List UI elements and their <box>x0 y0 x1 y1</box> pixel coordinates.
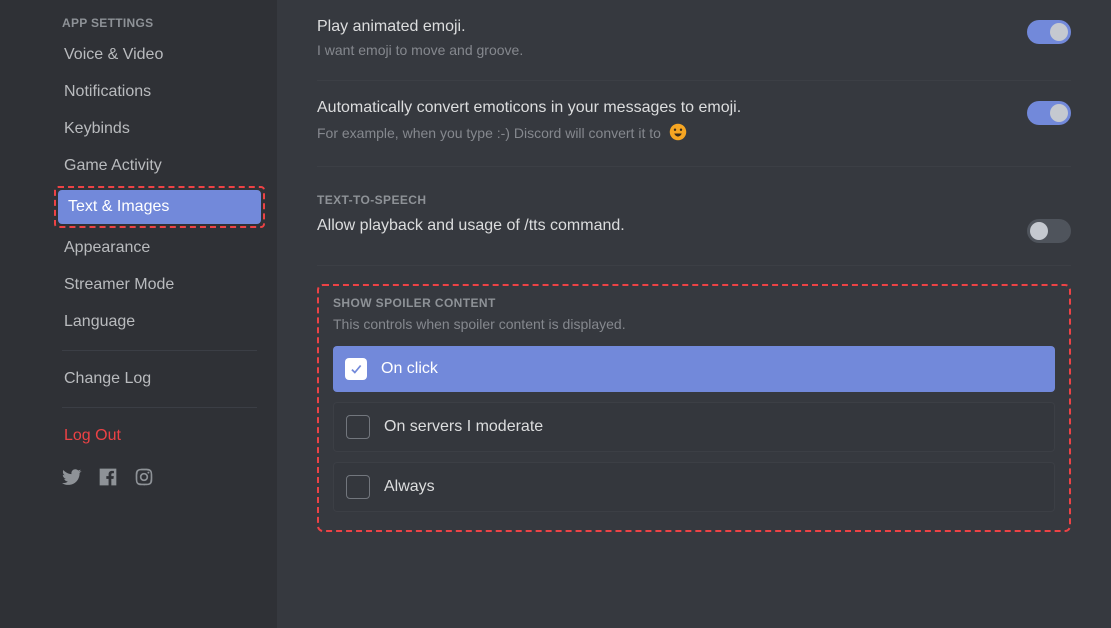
twitter-icon[interactable] <box>62 467 82 487</box>
option-label: On click <box>381 360 438 378</box>
sidebar-item-appearance[interactable]: Appearance <box>54 230 265 266</box>
setting-desc-text: For example, when you type :-) Discord w… <box>317 125 661 141</box>
checkbox-unchecked-icon <box>346 415 370 439</box>
setting-label: Play animated emoji. <box>317 18 1007 36</box>
setting-animated-emoji: Play animated emoji. I want emoji to mov… <box>317 0 1071 58</box>
option-label: Always <box>384 478 435 496</box>
sidebar-section-header: App Settings <box>54 10 265 36</box>
sidebar-divider <box>62 350 257 351</box>
facebook-icon[interactable] <box>98 467 118 487</box>
setting-tts: Allow playback and usage of /tts command… <box>317 213 1071 243</box>
toggle-animated-emoji[interactable] <box>1027 20 1071 44</box>
spoiler-option-moderate[interactable]: On servers I moderate <box>333 402 1055 452</box>
social-links-row <box>54 455 265 499</box>
spoiler-header: Show Spoiler Content <box>333 296 1055 310</box>
sidebar-item-keybinds[interactable]: Keybinds <box>54 111 265 147</box>
sidebar-item-language[interactable]: Language <box>54 304 265 340</box>
tts-header: Text-to-Speech <box>317 193 1071 207</box>
sidebar-item-text-images[interactable]: Text & Images <box>54 186 265 228</box>
divider <box>317 265 1071 266</box>
spoiler-option-on-click[interactable]: On click <box>333 346 1055 392</box>
sidebar-item-voice-video[interactable]: Voice & Video <box>54 37 265 73</box>
sidebar-item-streamer-mode[interactable]: Streamer Mode <box>54 267 265 303</box>
spoiler-option-always[interactable]: Always <box>333 462 1055 512</box>
toggle-tts[interactable] <box>1027 219 1071 243</box>
sidebar-divider <box>62 407 257 408</box>
toggle-convert-emoticons[interactable] <box>1027 101 1071 125</box>
settings-content: Play animated emoji. I want emoji to mov… <box>277 0 1111 628</box>
sidebar-item-label: Text & Images <box>58 190 261 224</box>
setting-label: Allow playback and usage of /tts command… <box>317 217 1007 235</box>
checkbox-checked-icon <box>345 358 367 380</box>
settings-sidebar: App Settings Voice & Video Notifications… <box>0 0 277 628</box>
setting-desc: For example, when you type :-) Discord w… <box>317 123 1007 144</box>
smile-emoji-icon <box>669 123 687 144</box>
setting-label: Automatically convert emoticons in your … <box>317 99 1007 117</box>
setting-desc: I want emoji to move and groove. <box>317 42 1007 58</box>
sidebar-item-game-activity[interactable]: Game Activity <box>54 148 265 184</box>
sidebar-item-change-log[interactable]: Change Log <box>54 361 265 397</box>
checkbox-unchecked-icon <box>346 475 370 499</box>
spoiler-desc: This controls when spoiler content is di… <box>333 316 1055 332</box>
sidebar-item-notifications[interactable]: Notifications <box>54 74 265 110</box>
setting-convert-emoticons: Automatically convert emoticons in your … <box>317 81 1071 144</box>
instagram-icon[interactable] <box>134 467 154 487</box>
option-label: On servers I moderate <box>384 418 543 436</box>
divider <box>317 166 1071 167</box>
sidebar-item-log-out[interactable]: Log Out <box>54 418 265 454</box>
spoiler-content-section: Show Spoiler Content This controls when … <box>317 284 1071 532</box>
